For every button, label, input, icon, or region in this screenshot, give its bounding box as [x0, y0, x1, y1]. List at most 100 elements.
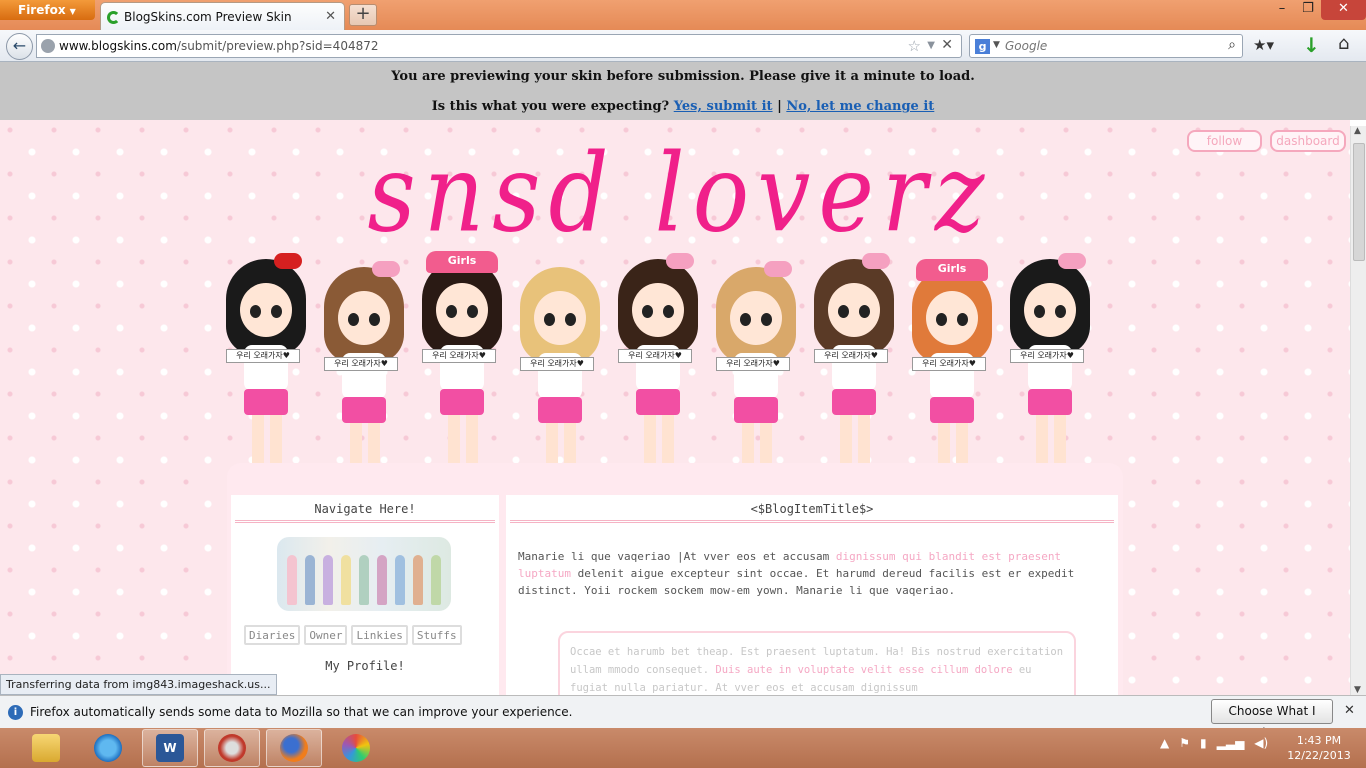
clock[interactable]: 1:43 PM 12/22/2013	[1280, 733, 1358, 763]
window-title-bar: Firefox ▼ BlogSkins.com Preview Skin ✕ + …	[0, 0, 1366, 30]
scrollbar-thumb[interactable]	[1353, 143, 1365, 261]
sidebar-figure	[341, 555, 351, 605]
internet-explorer-icon	[94, 734, 122, 762]
choose-what-i-share-button[interactable]: Choose What I Share	[1211, 699, 1333, 740]
sidebar-figure	[395, 555, 405, 605]
clock-time: 1:43 PM	[1296, 734, 1342, 747]
nav-stuffs[interactable]: Stuffs	[411, 625, 462, 645]
chevron-down-icon: ▼	[69, 7, 76, 16]
back-button[interactable]: ←	[6, 33, 33, 60]
nav-owner[interactable]: Owner	[304, 625, 348, 645]
sidebar: Navigate Here! Diaries Owner Linkies Stu…	[231, 495, 499, 695]
action-center-flag-icon[interactable]: ⚑	[1179, 736, 1190, 750]
word-icon: W	[156, 734, 184, 762]
preview-question: Is this what you were expecting? Yes, su…	[431, 99, 935, 114]
navigation-toolbar: ← www.blogskins.com/submit/preview.php?s…	[0, 30, 1366, 62]
search-input[interactable]	[1005, 37, 1210, 55]
history-dropdown-icon[interactable]: ▼	[927, 40, 935, 51]
word-taskbar-button[interactable]: W	[142, 729, 198, 767]
new-tab-button[interactable]: +	[349, 4, 377, 26]
clock-date: 12/22/2013	[1287, 749, 1351, 762]
restore-button[interactable]: ❐	[1295, 0, 1321, 20]
follow-button[interactable]: follow	[1187, 130, 1262, 152]
sidebar-heading: Navigate Here!	[235, 497, 495, 523]
blockquote: Occae et harumb bet theap. Est praesent …	[558, 631, 1076, 695]
scroll-up-icon[interactable]: ▲	[1354, 126, 1361, 136]
submit-link[interactable]: Yes, submit it	[674, 99, 773, 114]
firefox-icon	[280, 734, 308, 762]
close-window-button[interactable]: ✕	[1321, 0, 1366, 20]
sidebar-figure	[323, 555, 333, 605]
preview-banner: You are previewing your skin before subm…	[0, 62, 1366, 120]
power-icon[interactable]: ▮	[1200, 736, 1207, 750]
info-icon: i	[8, 705, 23, 720]
system-tray: ▲ ⚑ ▮ ▂▃▅ ◀)	[1160, 736, 1268, 750]
sidebar-figure	[359, 555, 369, 605]
page-scrollbar[interactable]: ▲ ▼	[1350, 126, 1366, 695]
notification-bar: i Firefox automatically sends some data …	[0, 695, 1366, 740]
change-link[interactable]: No, let me change it	[786, 99, 934, 114]
sidebar-figure	[431, 555, 441, 605]
stop-icon[interactable]: ✕	[941, 37, 953, 53]
minimize-button[interactable]: –	[1269, 0, 1295, 20]
status-tooltip: Transferring data from img843.imageshack…	[0, 674, 277, 695]
tab-blogskins-preview[interactable]: BlogSkins.com Preview Skin ✕	[100, 2, 345, 30]
firefox-taskbar-button[interactable]	[266, 729, 322, 767]
post-body: Manarie li que vaqeriao |At vver eos et …	[518, 550, 1075, 597]
nav-linkies[interactable]: Linkies	[351, 625, 408, 645]
dashboard-button[interactable]: dashboard	[1270, 130, 1346, 152]
sign-text: 우리 오래가자♥	[324, 357, 398, 371]
window-controls: – ❐ ✕	[1269, 0, 1366, 20]
app-taskbar-button[interactable]	[204, 729, 260, 767]
blog-header-title: snsd loverz	[367, 131, 993, 258]
bookmarks-menu-icon[interactable]: ★▾	[1253, 36, 1274, 54]
windows-taskbar: W ▲ ⚑ ▮ ▂▃▅ ◀) 1:43 PM 12/22/2013	[0, 728, 1366, 768]
nav-diaries[interactable]: Diaries	[244, 625, 301, 645]
blog-page: follow dashboard snsd loverz 우리 오래가자♥ 우리 …	[0, 120, 1350, 695]
sign-text: 우리 오래가자♥	[422, 349, 496, 363]
sign-text: 우리 오래가자♥	[716, 357, 790, 371]
picasa-icon	[342, 734, 370, 762]
google-icon[interactable]: g	[975, 39, 990, 54]
home-icon[interactable]: ⌂	[1338, 33, 1349, 54]
sign-text: 우리 오래가자♥	[226, 349, 300, 363]
sign-text: 우리 오래가자♥	[912, 357, 986, 371]
close-notification-icon[interactable]: ✕	[1344, 703, 1355, 718]
address-bar[interactable]: www.blogskins.com/submit/preview.php?sid…	[36, 34, 962, 58]
network-signal-icon[interactable]: ▂▃▅	[1217, 736, 1245, 750]
sign-text: 우리 오래가자♥	[814, 349, 888, 363]
search-engine-dropdown-icon[interactable]: ▼	[993, 40, 1000, 50]
bookmark-star-icon[interactable]: ☆	[908, 37, 921, 55]
search-icon[interactable]: ⌕	[1228, 37, 1236, 53]
download-icon[interactable]: ↓	[1303, 33, 1320, 57]
picasa-taskbar-button[interactable]	[328, 729, 384, 767]
blog-layout: Navigate Here! Diaries Owner Linkies Stu…	[227, 463, 1123, 695]
app-icon	[218, 734, 246, 762]
sidebar-image	[277, 537, 451, 611]
sign-text: 우리 오래가자♥	[520, 357, 594, 371]
sign-text: 우리 오래가자♥	[1010, 349, 1084, 363]
sidebar-figure	[377, 555, 387, 605]
explorer-taskbar-button[interactable]	[18, 729, 74, 767]
show-hidden-icons-icon[interactable]: ▲	[1160, 736, 1169, 750]
notification-text: Firefox automatically sends some data to…	[30, 705, 573, 719]
folder-icon	[32, 734, 60, 762]
firefox-menu-button[interactable]: Firefox ▼	[0, 0, 95, 20]
globe-icon	[41, 39, 55, 53]
search-bar[interactable]: g ▼ ⌕	[969, 34, 1243, 58]
url-text[interactable]: www.blogskins.com/submit/preview.php?sid…	[59, 39, 379, 53]
sidebar-figure	[305, 555, 315, 605]
ie-taskbar-button[interactable]	[80, 729, 136, 767]
scroll-down-icon[interactable]: ▼	[1354, 685, 1361, 695]
sidebar-nav: Diaries Owner Linkies Stuffs	[244, 625, 462, 645]
tab-close-icon[interactable]: ✕	[325, 9, 336, 24]
quote-link[interactable]: Duis aute in voluptate velit esse cillum…	[715, 664, 1012, 676]
tab-title: BlogSkins.com Preview Skin	[124, 10, 292, 24]
sidebar-figure	[413, 555, 423, 605]
preview-notice: You are previewing your skin before subm…	[391, 69, 975, 84]
volume-icon[interactable]: ◀)	[1254, 736, 1268, 750]
loading-icon	[107, 11, 120, 24]
post-title: <$BlogItemTitle$>	[510, 497, 1114, 523]
girls-hat: Girls	[426, 251, 498, 273]
sign-text: 우리 오래가자♥	[618, 349, 692, 363]
